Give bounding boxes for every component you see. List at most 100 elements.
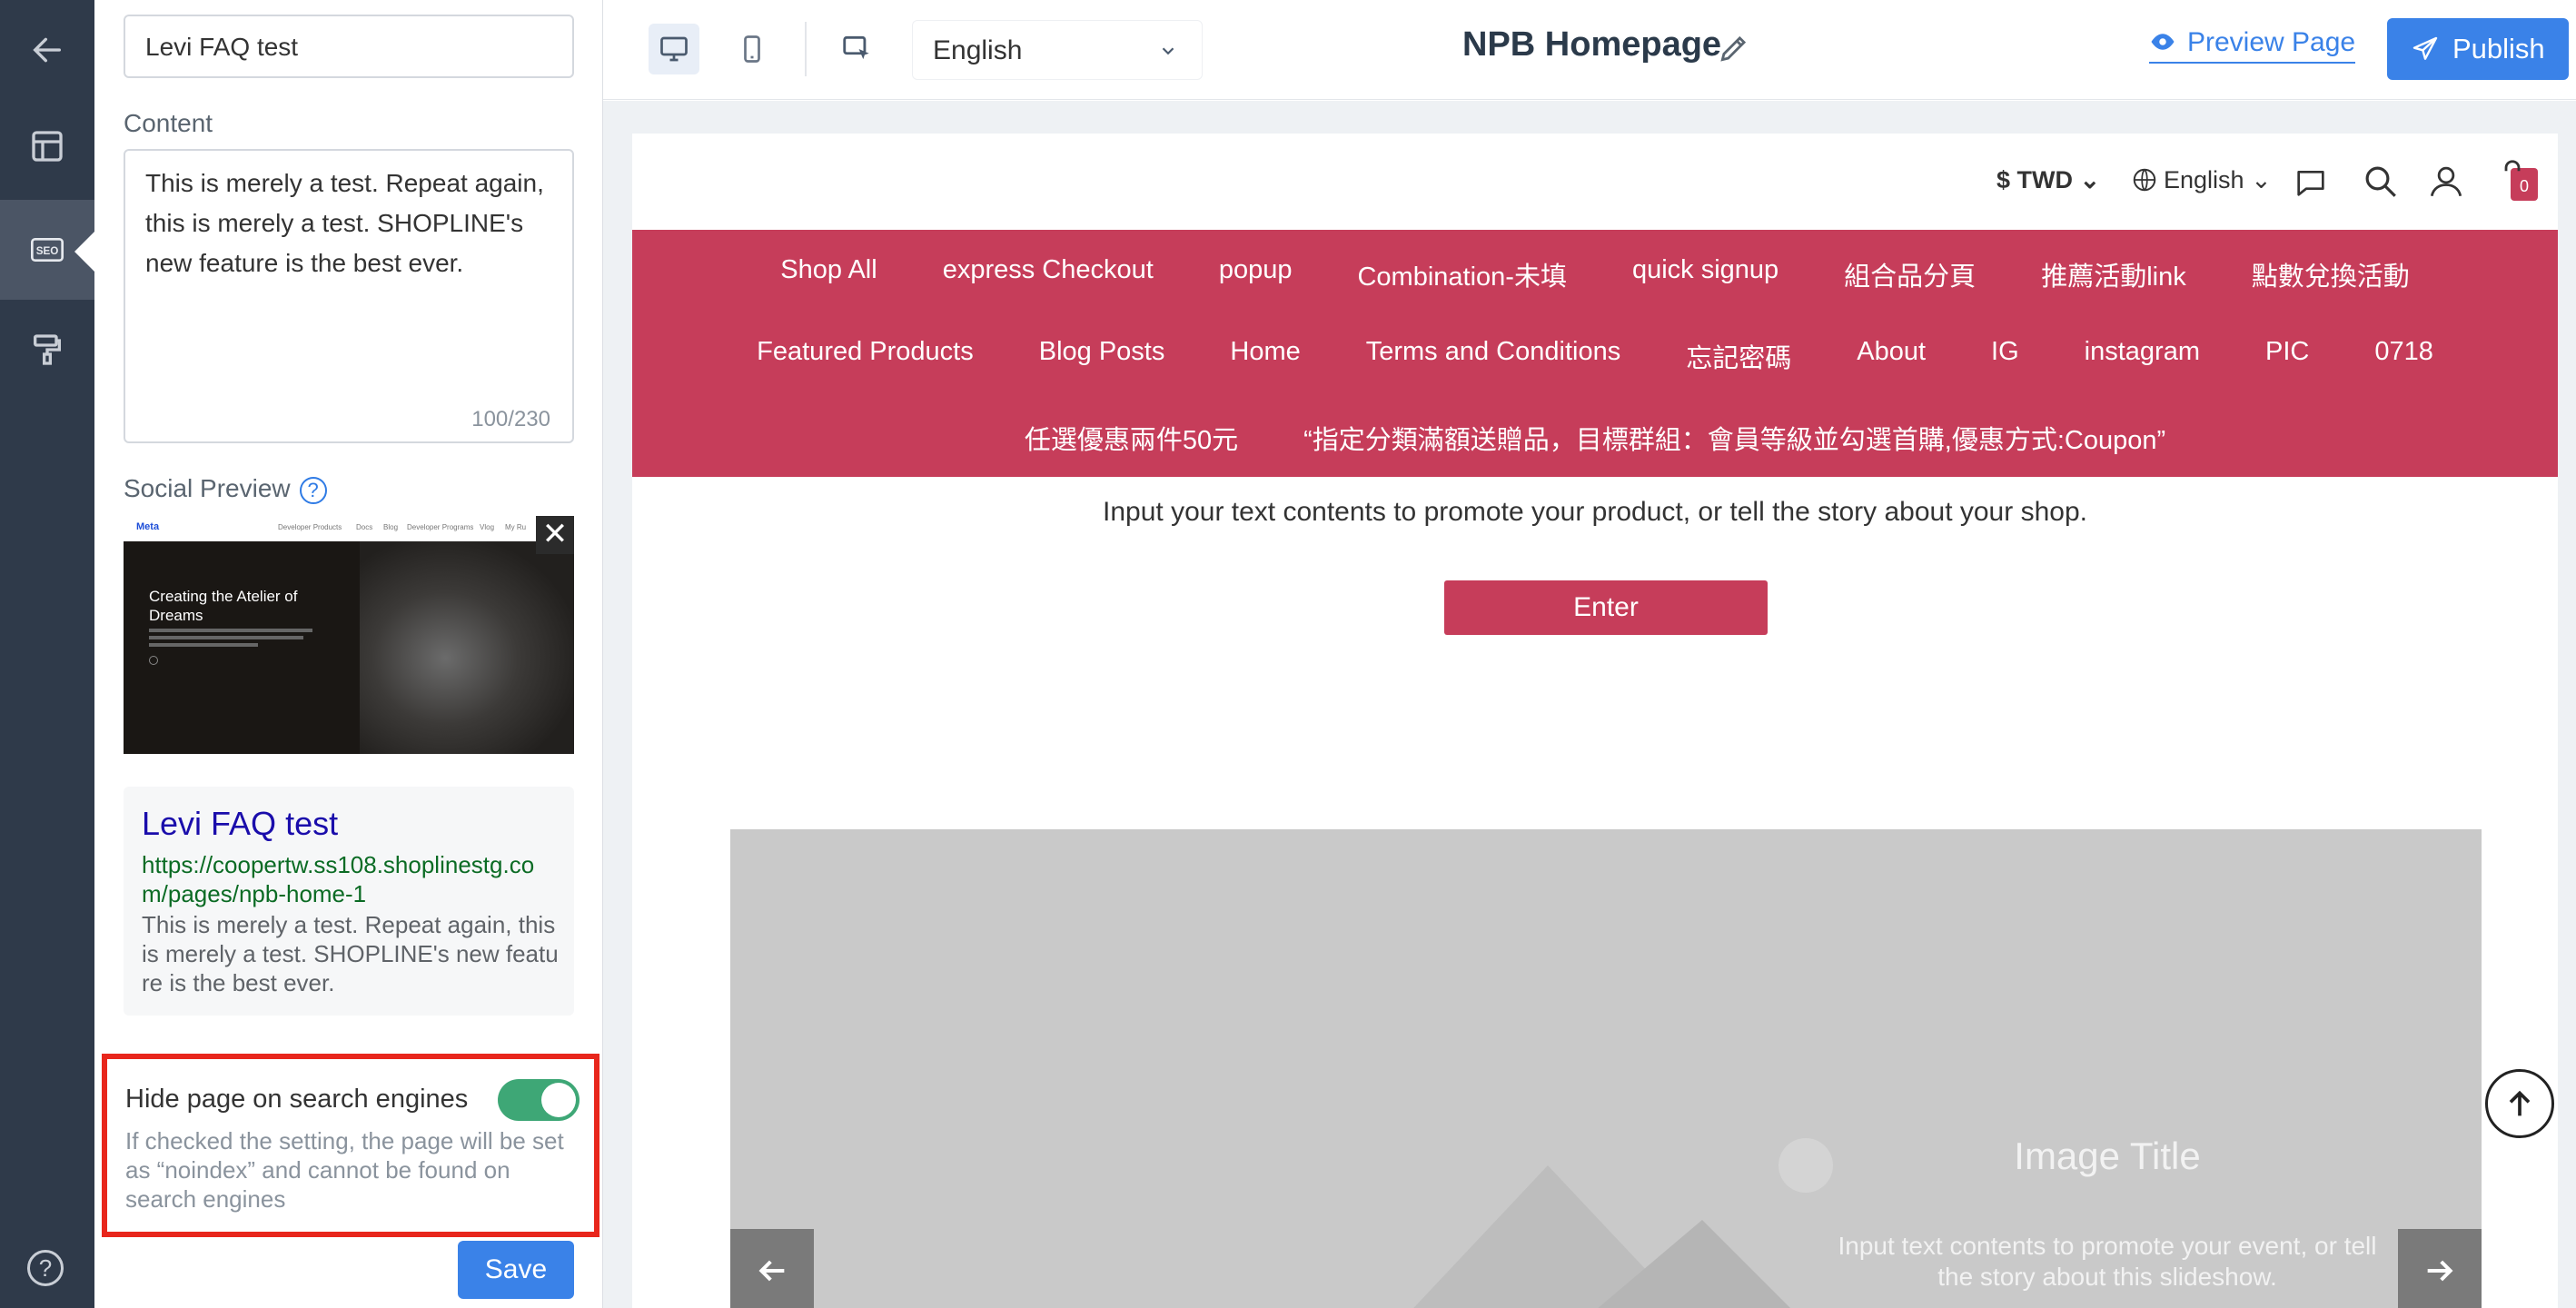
layout-icon xyxy=(32,131,63,162)
nav-link[interactable]: Blog Posts xyxy=(1039,337,1165,375)
slideshow[interactable]: Image Title Input text contents to promo… xyxy=(730,829,2482,1308)
chevron-down-icon xyxy=(1162,47,1174,55)
close-icon: ✕ xyxy=(541,517,569,551)
paper-plane-icon xyxy=(2413,36,2438,60)
site-navigation: Shop All express Checkout popup Combination… xyxy=(632,230,2558,477)
preview-page-label: Preview Page xyxy=(2187,27,2356,57)
hide-page-toggle[interactable] xyxy=(498,1079,580,1121)
currency-value: $ TWD xyxy=(1996,166,2073,193)
page-title-value: Levi FAQ test xyxy=(145,33,299,61)
preview-image-photo xyxy=(360,541,574,754)
hide-page-label: Hide page on search engines xyxy=(125,1085,469,1114)
toggle-knob xyxy=(541,1083,576,1117)
nav-link[interactable]: Shop All xyxy=(780,255,877,293)
select-element-button[interactable] xyxy=(832,24,883,74)
chat-icon[interactable] xyxy=(2293,164,2329,201)
paint-roller-icon xyxy=(34,334,61,365)
page-title: NPB Homepage xyxy=(1462,25,1722,64)
nav-link[interactable]: Combination-未填 xyxy=(1357,255,1566,293)
content-textarea[interactable]: This is merely a test. Repeat again, thi… xyxy=(124,149,574,443)
preview-image-nav-item: Developer Products xyxy=(278,523,342,531)
back-button[interactable] xyxy=(0,0,94,100)
scroll-to-top-button[interactable] xyxy=(2485,1069,2554,1138)
nav-link[interactable]: 點數兌換活動 xyxy=(2252,255,2410,293)
save-button[interactable]: Save xyxy=(458,1241,574,1299)
shopping-bag-icon xyxy=(2504,160,2521,172)
preview-image-nav-item: My Ru xyxy=(505,523,527,531)
eye-icon xyxy=(2151,34,2175,50)
mobile-icon xyxy=(744,35,760,63)
help-button[interactable]: ? xyxy=(27,1250,64,1286)
editor-toolbar: English NPB Homepage Preview Page Publis… xyxy=(603,0,2576,100)
page-title-input[interactable]: Levi FAQ test xyxy=(124,15,574,78)
nav-link[interactable]: popup xyxy=(1219,255,1293,293)
nav-link[interactable]: Home xyxy=(1230,337,1300,375)
hide-page-setting: Hide page on search engines If checked t… xyxy=(102,1054,599,1237)
search-preview-url: https://coopertw.ss108.shoplinestg.com/p… xyxy=(142,851,535,907)
toolbar-divider xyxy=(805,22,807,76)
pencil-icon[interactable] xyxy=(1717,31,1751,65)
content-label: Content xyxy=(124,109,213,137)
nav-link[interactable]: “指定分類滿額送贈品，目標群組：會員等級並勾選首購,優惠方式:Coupon” xyxy=(1303,419,2165,457)
publish-label: Publish xyxy=(2452,33,2545,64)
image-placeholder-icon xyxy=(1413,1138,1833,1308)
cursor-select-icon xyxy=(843,35,869,60)
currency-selector[interactable]: $ TWD ⌄ xyxy=(1996,166,2100,194)
nav-link[interactable]: 推薦活動link xyxy=(2041,255,2186,293)
active-indicator xyxy=(74,232,94,272)
preview-image-nav-item: Developer Programs xyxy=(407,523,474,531)
nav-link[interactable]: 忘記密碼 xyxy=(1686,337,1791,375)
arrow-up-icon xyxy=(2509,1090,2531,1116)
language-select[interactable]: English xyxy=(912,20,1203,80)
site-language-selector[interactable]: English ⌄ xyxy=(2131,166,2272,194)
nav-link[interactable]: About xyxy=(1857,337,1926,375)
nav-link[interactable]: IG xyxy=(1991,337,2019,375)
preview-image-brand: Meta xyxy=(136,521,160,532)
svg-text:SEO: SEO xyxy=(36,245,59,257)
nav-link[interactable]: PIC xyxy=(2265,337,2309,375)
site-header: $ TWD ⌄ English ⌄ 0 xyxy=(632,134,2558,230)
left-rail: SEO ? xyxy=(0,0,94,1308)
nav-link[interactable]: 任選優惠兩件50元 xyxy=(1025,419,1238,457)
social-preview-image: Meta Developer Products Docs Blog Develo… xyxy=(124,516,574,754)
social-preview-text: Social Preview xyxy=(124,474,291,502)
desktop-view-button[interactable] xyxy=(649,24,699,74)
preview-image-headline: Creating the Atelier of Dreams xyxy=(149,588,298,624)
user-icon[interactable] xyxy=(2427,163,2465,201)
arrow-left-icon xyxy=(33,37,62,63)
preview-page-link[interactable]: Preview Page xyxy=(2149,27,2356,64)
site-preview[interactable]: $ TWD ⌄ English ⌄ 0 Shop All express Chec… xyxy=(632,134,2558,1308)
search-preview-title: Levi FAQ test xyxy=(142,805,339,842)
nav-link[interactable]: 組合品分頁 xyxy=(1844,255,1976,293)
search-preview-card: Levi FAQ test https://coopertw.ss108.sho… xyxy=(124,787,574,1016)
slide-next-button[interactable] xyxy=(2398,1229,2482,1308)
nav-row: 任選優惠兩件50元 “指定分類滿額送贈品，目標群組：會員等級並勾選首購,優惠方式:… xyxy=(632,419,2558,457)
nav-link[interactable]: quick signup xyxy=(1632,255,1778,293)
help-icon[interactable]: ? xyxy=(299,476,327,504)
search-icon[interactable] xyxy=(2362,163,2400,201)
promo-text: Input your text contents to promote your… xyxy=(1103,497,2087,527)
character-counter: 100/230 xyxy=(471,407,550,431)
nav-link[interactable]: Featured Products xyxy=(757,337,974,375)
publish-button[interactable]: Publish xyxy=(2387,18,2569,80)
content-text: This is merely a test. Repeat again, thi… xyxy=(145,169,544,277)
nav-link[interactable]: Terms and Conditions xyxy=(1366,337,1620,375)
question-icon: ? xyxy=(38,1254,53,1282)
globe-icon xyxy=(2133,168,2156,192)
preview-image-topbar: Meta Developer Products Docs Blog Develo… xyxy=(124,516,574,541)
arrow-right-icon xyxy=(2427,1260,2453,1282)
preview-image-nav-item: Docs xyxy=(356,523,373,531)
remove-image-button[interactable]: ✕ xyxy=(536,516,574,554)
language-value: English xyxy=(933,35,1023,65)
mobile-view-button[interactable] xyxy=(727,24,778,74)
nav-link[interactable]: express Checkout xyxy=(943,255,1154,293)
slide-title: Image Title xyxy=(2014,1135,2201,1177)
nav-link[interactable]: 0718 xyxy=(2374,337,2433,375)
slide-text: Input text contents to promote your even… xyxy=(1838,1232,2377,1291)
layout-button[interactable] xyxy=(0,96,94,196)
nav-link[interactable]: instagram xyxy=(2085,337,2200,375)
hide-page-description: If checked the setting, the page will be… xyxy=(125,1127,564,1213)
enter-button[interactable]: Enter xyxy=(1444,580,1768,635)
slide-prev-button[interactable] xyxy=(730,1229,814,1308)
theme-button[interactable] xyxy=(0,300,94,400)
